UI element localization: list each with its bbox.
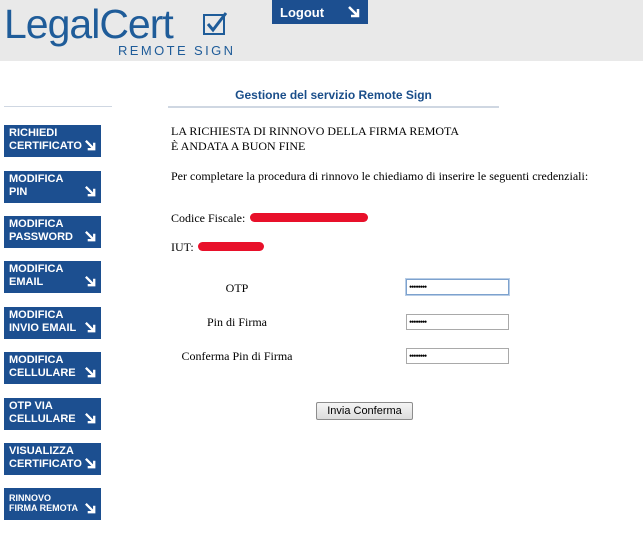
logo-subtitle: REMOTE SIGN <box>118 43 236 58</box>
sidebar-item-rinnovo-firma-remota[interactable]: RINNOVO FIRMA REMOTA <box>4 488 101 520</box>
sidebar-item-label: PASSWORD <box>9 231 73 243</box>
success-message-line: LA RICHIESTA DI RINNOVO DELLA FIRMA REMO… <box>171 124 460 138</box>
sidebar-item-modifica-password[interactable]: MODIFICA PASSWORD <box>4 216 101 248</box>
iut-redaction <box>198 242 264 251</box>
legalcert-logo: LegalCert REMOTE SIGN <box>4 2 240 60</box>
title-underline <box>168 106 499 108</box>
sidebar-item-label: MODIFICA <box>9 309 64 321</box>
pin-field[interactable]: •••••••• <box>406 314 509 330</box>
sidebar-item-label: EMAIL <box>9 276 44 288</box>
codice-fiscale-redaction <box>250 213 368 222</box>
sidebar-item-label: CERTIFICATO <box>9 458 82 470</box>
sidebar-item-label: RINNOVO <box>9 493 52 503</box>
logo-wordmark: LegalCert <box>4 1 174 47</box>
success-message: LA RICHIESTA DI RINNOVO DELLA FIRMA REMO… <box>171 124 501 154</box>
arrow-down-right-icon <box>85 276 96 287</box>
logout-button[interactable]: Logout <box>272 0 368 24</box>
pin-label: Pin di Firma <box>206 315 267 329</box>
sidebar-item-richiedi-certificato[interactable]: RICHIEDI CERTIFICATO <box>4 125 101 157</box>
arrow-down-right-icon <box>85 367 96 378</box>
arrow-down-right-icon <box>85 186 96 197</box>
otp-label: OTP <box>225 281 249 295</box>
sidebar-item-label: INVIO EMAIL <box>9 322 77 334</box>
otp-field[interactable]: •••••••• <box>406 279 509 295</box>
sidebar-item-modifica-pin[interactable]: MODIFICA PIN <box>4 171 101 203</box>
sidebar-item-modifica-email[interactable]: MODIFICA EMAIL <box>4 261 101 293</box>
sidebar-item-otp-via-cellulare[interactable]: OTP VIA CELLULARE <box>4 398 101 430</box>
codice-fiscale-label: Codice Fiscale: <box>171 211 246 225</box>
sidebar-item-label: MODIFICA <box>9 218 64 230</box>
sidebar-item-label: RICHIEDI <box>9 127 58 139</box>
sidebar-item-label: OTP VIA <box>9 400 53 412</box>
sidebar-item-label: MODIFICA <box>9 173 64 185</box>
arrow-down-right-icon <box>85 458 96 469</box>
sidebar-item-visualizza-certificato[interactable]: VISUALIZZA CERTIFICATO <box>4 443 101 475</box>
arrow-down-right-icon <box>85 503 96 514</box>
sidebar-item-label: FIRMA REMOTA <box>9 503 78 513</box>
sidebar-item-label: MODIFICA <box>9 263 64 275</box>
arrow-down-right-icon <box>348 6 360 18</box>
sidebar-item-label: CELLULARE <box>9 367 76 379</box>
codice-fiscale-row: Codice Fiscale: <box>171 211 245 226</box>
arrow-down-right-icon <box>85 413 96 424</box>
arrow-down-right-icon <box>85 231 96 242</box>
iut-row: IUT: <box>171 240 194 255</box>
success-message-line: È ANDATA A BUON FINE <box>171 139 306 153</box>
confirm-pin-label: Conferma Pin di Firma <box>181 349 293 363</box>
submit-button[interactable]: Invia Conferma <box>316 402 413 420</box>
checkbox-check-icon <box>203 12 227 35</box>
iut-label: IUT: <box>171 240 194 254</box>
sidebar-item-modifica-cellulare[interactable]: MODIFICA CELLULARE <box>4 352 101 384</box>
instructions-paragraph: Per completare la procedura di rinnovo l… <box>171 169 589 183</box>
sidebar-item-label: MODIFICA <box>9 354 64 366</box>
arrow-down-right-icon <box>85 322 96 333</box>
arrow-down-right-icon <box>85 140 96 151</box>
confirm-pin-field[interactable]: •••••••• <box>406 348 509 364</box>
sidebar-item-label: CELLULARE <box>9 413 76 425</box>
sidebar-item-modifica-invio-email[interactable]: MODIFICA INVIO EMAIL <box>4 307 101 339</box>
sidebar-item-label: CERTIFICATO <box>9 140 82 152</box>
page-title: Gestione del servizio Remote Sign <box>235 88 432 102</box>
header-bar: LegalCert REMOTE SIGN Logout <box>0 0 643 61</box>
sidebar-item-label: VISUALIZZA <box>9 445 74 457</box>
sidebar-divider <box>4 106 112 107</box>
sidebar-item-label: PIN <box>9 186 28 198</box>
logout-label: Logout <box>280 5 325 20</box>
